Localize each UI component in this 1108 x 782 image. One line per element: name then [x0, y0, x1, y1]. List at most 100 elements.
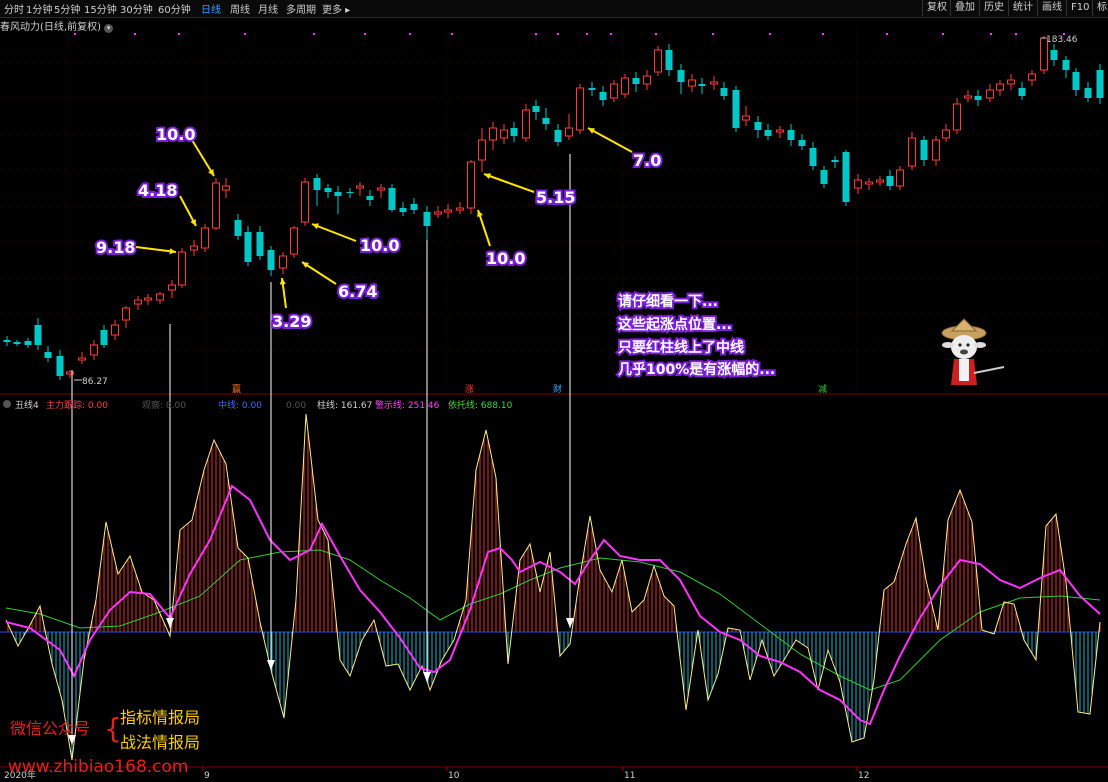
note-line: 只要红柱线上了中线	[618, 339, 744, 356]
candle	[554, 130, 562, 142]
candle	[732, 90, 740, 128]
candle	[489, 127, 497, 141]
annotation-label: 3.29	[272, 312, 311, 331]
settings-icon[interactable]	[3, 400, 11, 408]
start-point-lines	[68, 154, 574, 745]
annotation-arrow	[191, 139, 215, 177]
candle	[542, 118, 550, 124]
candle	[632, 78, 640, 84]
candle	[1062, 60, 1070, 70]
candle	[710, 81, 718, 85]
candle	[522, 109, 530, 139]
candle	[798, 140, 806, 146]
candle	[688, 79, 696, 87]
candle	[201, 227, 209, 249]
candle	[942, 129, 950, 139]
annotation-label: 6.74	[338, 282, 377, 301]
annotation-arrows	[135, 127, 633, 309]
candle	[1028, 73, 1036, 81]
annotation-arrow	[587, 127, 633, 153]
candle	[764, 130, 772, 136]
candle	[588, 88, 596, 90]
candle	[244, 232, 252, 262]
candle	[565, 127, 573, 137]
brand-name-1: 指标情报局	[120, 708, 200, 727]
wechat-label: 微信公众号	[10, 719, 90, 738]
candle	[996, 83, 1004, 91]
candlestick-series	[3, 36, 1104, 380]
candle	[168, 284, 176, 291]
arrow-head-icon	[484, 173, 491, 179]
candle	[134, 299, 142, 305]
watermark-url: www.zhibiao168.com	[8, 757, 188, 777]
candle	[754, 122, 762, 130]
candle	[267, 250, 275, 270]
candle	[842, 152, 850, 202]
candle	[301, 181, 309, 223]
x-axis-label: 9	[204, 771, 210, 781]
annotation-arrow	[483, 173, 535, 193]
x-axis-label: 10	[448, 771, 460, 781]
legend-warning-line: 警示线: 251.46	[375, 399, 440, 411]
indicator-name: 丑线4	[15, 399, 39, 411]
candle	[654, 49, 662, 73]
candle	[410, 204, 418, 210]
candle	[423, 212, 431, 226]
annotation-label: 10.0	[156, 125, 195, 144]
legend-extra: 0.00	[286, 401, 306, 411]
candle	[908, 137, 916, 167]
candle	[876, 179, 884, 183]
candle	[122, 307, 130, 321]
top-marker-dots	[74, 33, 1065, 35]
indicator-legend: 丑线4 主力跟踪: 0.00 观察: 0.00 中线: 0.00 0.00 柱线…	[3, 399, 513, 411]
candle	[324, 188, 332, 192]
candle	[456, 207, 464, 211]
legend-observe: 观察: 0.00	[142, 399, 186, 411]
candle	[787, 130, 795, 140]
candle	[820, 170, 828, 184]
candle	[510, 128, 518, 136]
candle	[665, 50, 673, 70]
marker-label: 财	[553, 383, 562, 395]
legend-bar-line: 柱线: 161.67	[317, 399, 372, 411]
candle	[643, 75, 651, 85]
annotation-label: 10.0	[486, 249, 525, 268]
candle	[399, 208, 407, 212]
legend-main-force: 主力跟踪: 0.00	[46, 399, 108, 411]
candle	[222, 185, 230, 191]
low-price-label: 86.27	[82, 377, 108, 387]
candle	[212, 182, 220, 229]
candle	[90, 344, 98, 356]
candle	[1096, 70, 1104, 98]
marker-label: 减	[818, 383, 827, 395]
candle	[742, 115, 750, 121]
mascot-icon	[941, 318, 1005, 385]
candle	[964, 95, 972, 99]
chart-canvas: 183.46 86.27 10.0 4.18 9.18 3.29 6.74 10…	[0, 30, 1108, 781]
candle	[576, 87, 584, 131]
candle	[698, 84, 706, 86]
candle	[532, 106, 540, 112]
candle	[100, 330, 108, 345]
candle	[24, 341, 32, 345]
candle	[290, 227, 298, 255]
candle	[478, 139, 486, 161]
candle	[434, 211, 442, 215]
candle	[78, 357, 86, 361]
candle	[56, 356, 64, 376]
candle	[599, 92, 607, 100]
candle	[234, 220, 242, 236]
candle	[334, 192, 342, 196]
annotation-label: 7.0	[633, 151, 661, 170]
candle	[346, 192, 354, 193]
candle	[3, 340, 11, 342]
candle	[953, 103, 961, 131]
candle	[809, 148, 817, 166]
candle	[144, 297, 152, 301]
candle	[178, 251, 186, 286]
candle	[1007, 79, 1015, 85]
note-line: 这些起涨点位置...	[618, 316, 732, 333]
marker-label: 赢	[232, 383, 241, 395]
candle	[44, 352, 52, 358]
candle	[1050, 50, 1058, 60]
